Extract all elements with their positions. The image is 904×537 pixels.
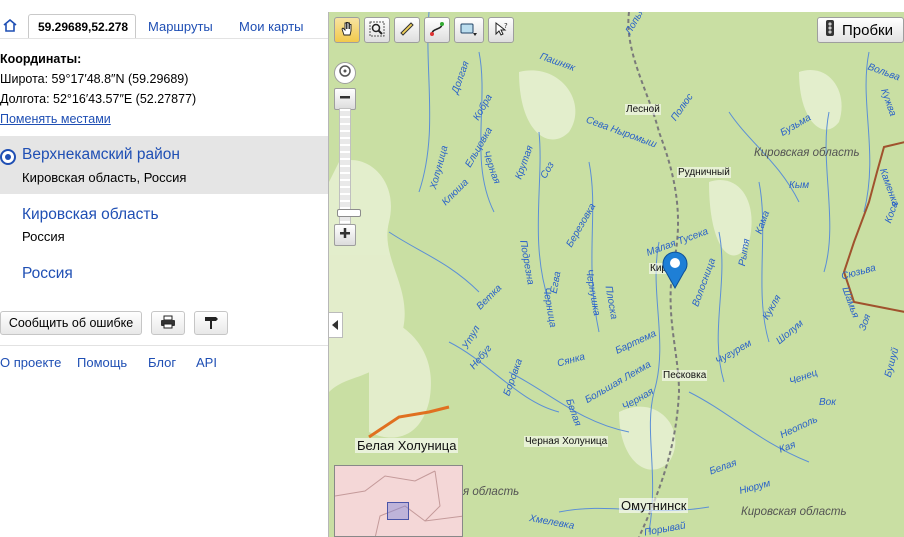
pointer-help-icon: ? <box>493 21 509 40</box>
tab-routes[interactable]: Маршруты <box>148 19 213 34</box>
tab-my-maps[interactable]: Мои карты <box>239 19 304 34</box>
top-tabs: 59.29689,52.278 Маршруты Мои карты <box>0 12 328 39</box>
zoom-slider-handle[interactable] <box>337 209 361 217</box>
result-item-russia[interactable]: Россия <box>0 255 328 289</box>
map-toolbar: ? <box>334 17 514 43</box>
result-name[interactable]: Россия <box>22 265 73 283</box>
map-label-region: Кировская область <box>754 147 860 159</box>
report-error-button[interactable]: Сообщить об ошибке <box>0 311 142 335</box>
layers-button[interactable] <box>454 17 484 43</box>
map-label-region: я область <box>463 486 520 498</box>
signpost-button[interactable] <box>194 311 228 335</box>
map-label-city: Белая Холуница <box>355 438 459 453</box>
about-link[interactable]: О проекте <box>0 355 61 370</box>
route-icon <box>429 21 445 40</box>
location-pin-icon[interactable] <box>660 248 690 293</box>
magnifier-icon <box>369 21 385 40</box>
coordinates-block: Координаты: Широта: 59°17′48.8″N (59.296… <box>0 49 320 129</box>
ruler-icon <box>399 21 415 40</box>
map-label-town: Черная Холуница <box>524 436 609 447</box>
hand-tool-button[interactable] <box>334 17 360 43</box>
chevron-left-icon <box>331 318 340 333</box>
result-item-kirov-oblast[interactable]: Кировская область Россия <box>0 196 328 252</box>
zoom-out-button[interactable] <box>334 88 356 110</box>
minimap-viewport[interactable] <box>387 502 409 520</box>
traffic-label: Пробки <box>842 21 893 39</box>
tabs-divider <box>0 38 328 39</box>
help-link[interactable]: Помощь <box>77 355 127 370</box>
traffic-button[interactable]: Пробки <box>817 17 904 43</box>
result-name[interactable]: Верхнекамский район <box>22 146 180 164</box>
crosshair-icon <box>338 64 352 83</box>
map-label-town: Песковка <box>662 370 708 381</box>
map-label-town: Лесной <box>625 104 661 115</box>
collapse-panel-button[interactable] <box>329 312 343 338</box>
home-icon[interactable] <box>0 14 20 36</box>
print-button[interactable] <box>151 311 185 335</box>
minus-icon <box>339 90 351 108</box>
blog-link[interactable]: Блог <box>148 355 176 370</box>
map-label-river: Вок <box>819 397 836 408</box>
result-item-verkhnekamsky[interactable]: Верхнекамский район Кировская область, Р… <box>0 136 328 194</box>
svg-text:?: ? <box>504 22 508 30</box>
layers-icon <box>459 21 479 40</box>
radio-selected-icon[interactable] <box>0 149 16 165</box>
hand-icon <box>339 21 355 40</box>
traffic-light-icon <box>826 20 834 40</box>
printer-icon <box>160 315 176 332</box>
left-panel: 59.29689,52.278 Маршруты Мои карты Коорд… <box>0 0 328 537</box>
route-button[interactable] <box>424 17 450 43</box>
result-subtitle: Кировская область, Россия <box>22 170 187 185</box>
coordinates-title: Координаты: <box>0 52 82 66</box>
swap-coordinates-link[interactable]: Поменять местами <box>0 112 111 126</box>
api-link[interactable]: API <box>196 355 217 370</box>
map-label-town: Рудничный <box>677 167 731 178</box>
signpost-icon <box>203 315 219 332</box>
longitude-text: Долгота: 52°16′43.57″E (52.27877) <box>0 92 197 106</box>
latitude-text: Широта: 59°17′48.8″N (59.29689) <box>0 72 189 86</box>
result-name[interactable]: Кировская область <box>22 206 159 224</box>
help-pointer-button[interactable]: ? <box>488 17 514 43</box>
map-label-city: Омутнинск <box>619 498 689 513</box>
map-view[interactable]: Кировская область я область Кировская об… <box>328 12 904 537</box>
plus-icon <box>339 226 351 244</box>
footer-divider <box>0 345 328 346</box>
map-label-river: Кым <box>789 180 810 191</box>
locate-button[interactable] <box>334 62 356 84</box>
map-canvas <box>329 12 904 537</box>
zoom-slider[interactable] <box>337 108 361 242</box>
map-label-region: Кировская область <box>741 506 847 518</box>
zoom-in-button[interactable] <box>334 224 356 246</box>
result-subtitle: Россия <box>22 229 65 244</box>
tab-coordinates[interactable]: 59.29689,52.278 <box>28 14 136 38</box>
overview-minimap[interactable] <box>334 465 463 537</box>
ruler-button[interactable] <box>394 17 420 43</box>
zoom-select-button[interactable] <box>364 17 390 43</box>
